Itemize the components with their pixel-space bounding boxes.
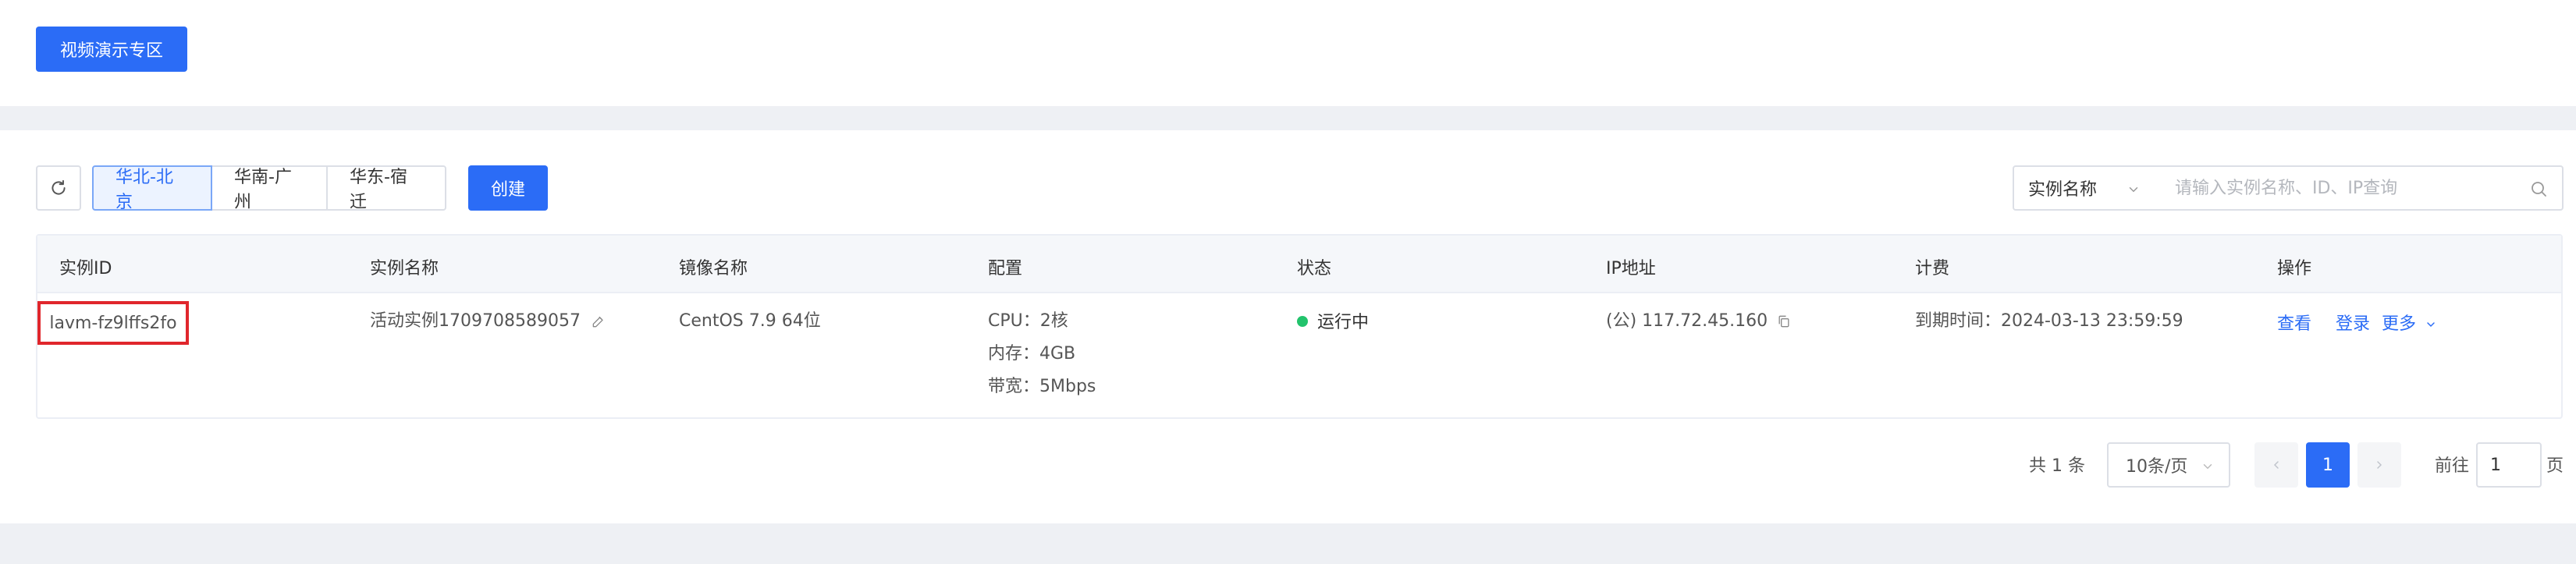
copy-icon[interactable] <box>1776 314 1792 329</box>
status-text: 运行中 <box>1317 313 1370 332</box>
column-header-instance-id: 实例ID <box>59 259 112 278</box>
status-dot <box>1297 316 1308 327</box>
search-box <box>2159 165 2564 211</box>
instance-name-cell: 活动实例1709708589057 <box>370 310 606 332</box>
view-link[interactable]: 查看 <box>2277 314 2311 334</box>
page-size-select[interactable]: 10条/页 <box>2107 442 2230 488</box>
instance-panel: 华北-北京 华南-广州 华东-宿迁 创建 实例名称 实例ID 实例名称 镜像名称… <box>0 130 2576 523</box>
chevron-right-icon <box>2377 461 2382 469</box>
ip-address: (公) 117.72.45.160 <box>1606 311 1768 331</box>
prev-page-button[interactable] <box>2254 442 2298 488</box>
chevron-left-icon <box>2273 461 2279 469</box>
column-header-billing: 计费 <box>1915 259 1950 278</box>
instance-id-cell: lavm-fz9lffs2fo <box>37 301 189 345</box>
column-header-status: 状态 <box>1297 259 1332 278</box>
top-panel: 视频演示专区 <box>0 0 2576 106</box>
chevron-down-icon <box>2129 187 2138 193</box>
tab-region-guangzhou[interactable]: 华南-广州 <box>211 165 328 212</box>
tab-region-beijing[interactable]: 华北-北京 <box>92 165 212 212</box>
login-link[interactable]: 登录 <box>2336 314 2370 334</box>
create-button[interactable]: 创建 <box>468 165 548 211</box>
instance-name: 活动实例1709708589057 <box>370 311 581 331</box>
search-field-select[interactable]: 实例名称 <box>2013 165 2161 211</box>
tab-region-suqian[interactable]: 华东-宿迁 <box>326 165 446 212</box>
goto-page-input[interactable] <box>2476 442 2542 488</box>
config-bandwidth: 带宽：5Mbps <box>988 377 1096 396</box>
ip-cell: (公) 117.72.45.160 <box>1606 310 1792 332</box>
billing-expiry: 到期时间：2024-03-13 23:59:59 <box>1915 311 2183 331</box>
more-label: 更多 <box>2382 314 2417 334</box>
instance-id: lavm-fz9lffs2fo <box>49 313 177 333</box>
chevron-down-icon <box>2427 322 2435 328</box>
status-cell: 运行中 <box>1297 312 1369 334</box>
pagination-total: 共 1 条 <box>2029 456 2085 476</box>
config-memory: 内存：4GB <box>988 344 1076 364</box>
table-header: 实例ID 实例名称 镜像名称 配置 状态 IP地址 计费 操作 <box>37 236 2561 293</box>
page-size-label: 10条/页 <box>2126 457 2188 477</box>
column-header-actions: 操作 <box>2277 259 2312 278</box>
search-icon[interactable] <box>2529 179 2548 198</box>
edit-icon[interactable] <box>591 314 606 329</box>
refresh-icon <box>52 179 66 195</box>
config-cpu: CPU：2核 <box>988 311 1068 331</box>
region-tabs: 华北-北京 华南-广州 华东-宿迁 <box>92 165 446 212</box>
config-cell: CPU：2核 内存：4GB 带宽：5Mbps <box>988 310 1096 398</box>
page-number-current[interactable]: 1 <box>2306 442 2350 488</box>
image-name: CentOS 7.9 64位 <box>679 311 821 331</box>
column-header-ip: IP地址 <box>1606 259 1656 278</box>
more-dropdown[interactable]: 更多 <box>2382 314 2437 334</box>
instance-table: 实例ID 实例名称 镜像名称 配置 状态 IP地址 计费 操作 lavm-fz9… <box>36 234 2563 419</box>
search-input[interactable] <box>2173 176 2517 200</box>
search-field-select-label: 实例名称 <box>2028 180 2098 200</box>
next-page-button[interactable] <box>2357 442 2401 488</box>
actions-cell: 查看 登录 更多 <box>2277 314 2437 335</box>
refresh-button[interactable] <box>36 165 81 211</box>
column-header-config: 配置 <box>988 259 1023 278</box>
column-header-instance-name: 实例名称 <box>370 259 439 278</box>
table-row: lavm-fz9lffs2fo 活动实例1709708589057 CentOS… <box>37 293 2561 419</box>
chevron-down-icon <box>2203 464 2212 470</box>
goto-label: 前往 <box>2435 456 2470 476</box>
column-header-image-name: 镜像名称 <box>679 259 748 278</box>
video-demo-button[interactable]: 视频演示专区 <box>36 27 187 72</box>
goto-suffix: 页 <box>2546 456 2564 476</box>
